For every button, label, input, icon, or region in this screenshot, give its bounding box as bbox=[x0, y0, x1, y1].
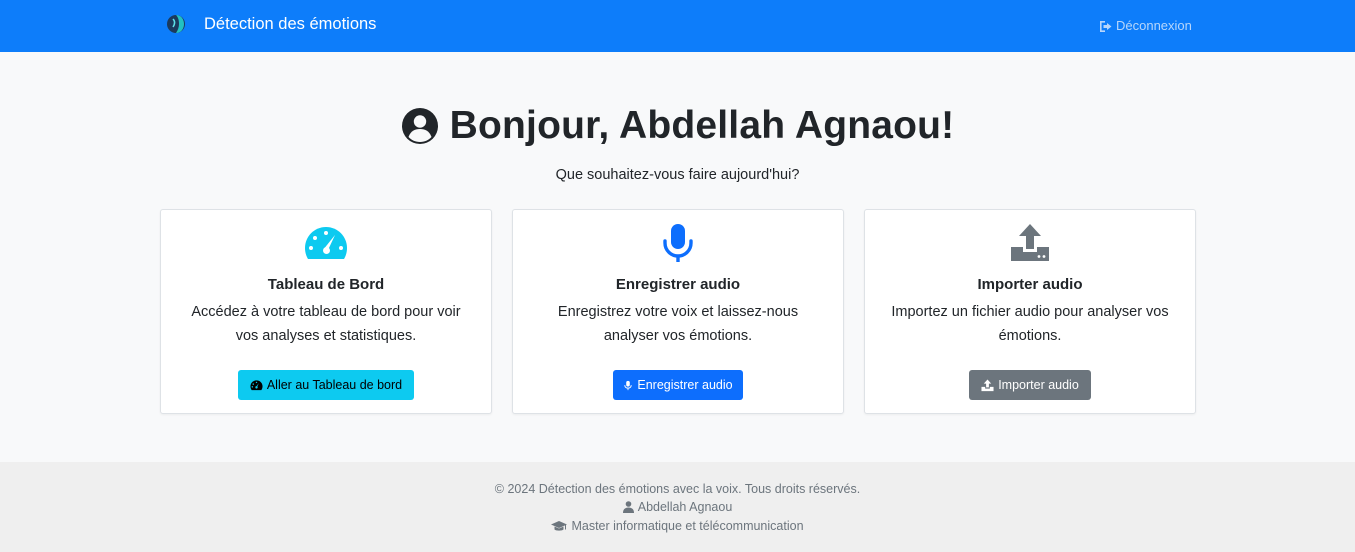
card-title: Enregistrer audio bbox=[615, 276, 741, 293]
button-label: Enregistrer audio bbox=[637, 378, 733, 392]
logout-link[interactable]: Déconnexion bbox=[1099, 17, 1192, 35]
card-text: Importez un fichier audio pour analyser … bbox=[891, 304, 1169, 344]
navbar: Détection des émotions Déconnexion bbox=[0, 0, 1355, 52]
greeting-text: Bonjour, Abdellah Agnaou! bbox=[449, 104, 955, 147]
upload-icon bbox=[1011, 224, 1049, 261]
program-name: Master informatique et télécommunication bbox=[571, 519, 804, 533]
record-audio-button[interactable]: Enregistrer audio bbox=[613, 370, 743, 400]
microphone-icon bbox=[663, 224, 693, 262]
upload-icon bbox=[981, 378, 994, 391]
brand-title: Détection des émotions bbox=[204, 15, 377, 33]
logout-label: Déconnexion bbox=[1116, 18, 1192, 33]
footer: © 2024 Détection des émotions avec la vo… bbox=[0, 462, 1355, 552]
footer-author: Abdellah Agnaou bbox=[0, 498, 1355, 516]
card-import-audio: Importer audio Importez un fichier audio… bbox=[864, 209, 1196, 414]
card-record-audio: Enregistrer audio Enregistrez votre voix… bbox=[512, 209, 844, 414]
card-text: Enregistrez votre voix et laissez-nous a… bbox=[557, 304, 799, 344]
button-label: Aller au Tableau de bord bbox=[266, 378, 403, 392]
card-title: Tableau de Bord bbox=[267, 276, 385, 293]
user-circle-icon bbox=[401, 108, 438, 144]
sign-out-icon bbox=[1100, 20, 1112, 32]
card-text: Accédez à votre tableau de bord pour voi… bbox=[191, 304, 461, 344]
go-dashboard-button[interactable]: Aller au Tableau de bord bbox=[238, 370, 414, 400]
card-dashboard: Tableau de Bord Accédez à votre tableau … bbox=[160, 209, 492, 414]
page-title: Bonjour, Abdellah Agnaou! bbox=[0, 100, 1355, 159]
footer-program: Master informatique et télécommunication bbox=[0, 517, 1355, 535]
user-icon bbox=[622, 501, 634, 513]
graduation-cap-icon bbox=[551, 521, 568, 531]
author-name: Abdellah Agnaou bbox=[637, 500, 733, 514]
page-subtitle: Que souhaitez-vous faire aujourd'hui? bbox=[555, 167, 800, 183]
footer-copyright: © 2024 Détection des émotions avec la vo… bbox=[494, 482, 861, 496]
button-label: Importer audio bbox=[998, 378, 1079, 392]
import-audio-button[interactable]: Importer audio bbox=[969, 370, 1091, 400]
card-title: Importer audio bbox=[977, 276, 1083, 293]
brand-link[interactable]: Détection des émotions bbox=[165, 12, 376, 36]
microphone-icon bbox=[624, 380, 633, 390]
face-profile-logo-icon bbox=[165, 12, 187, 36]
dashboard-gauge-icon bbox=[250, 379, 263, 390]
dashboard-gauge-icon bbox=[305, 227, 347, 259]
